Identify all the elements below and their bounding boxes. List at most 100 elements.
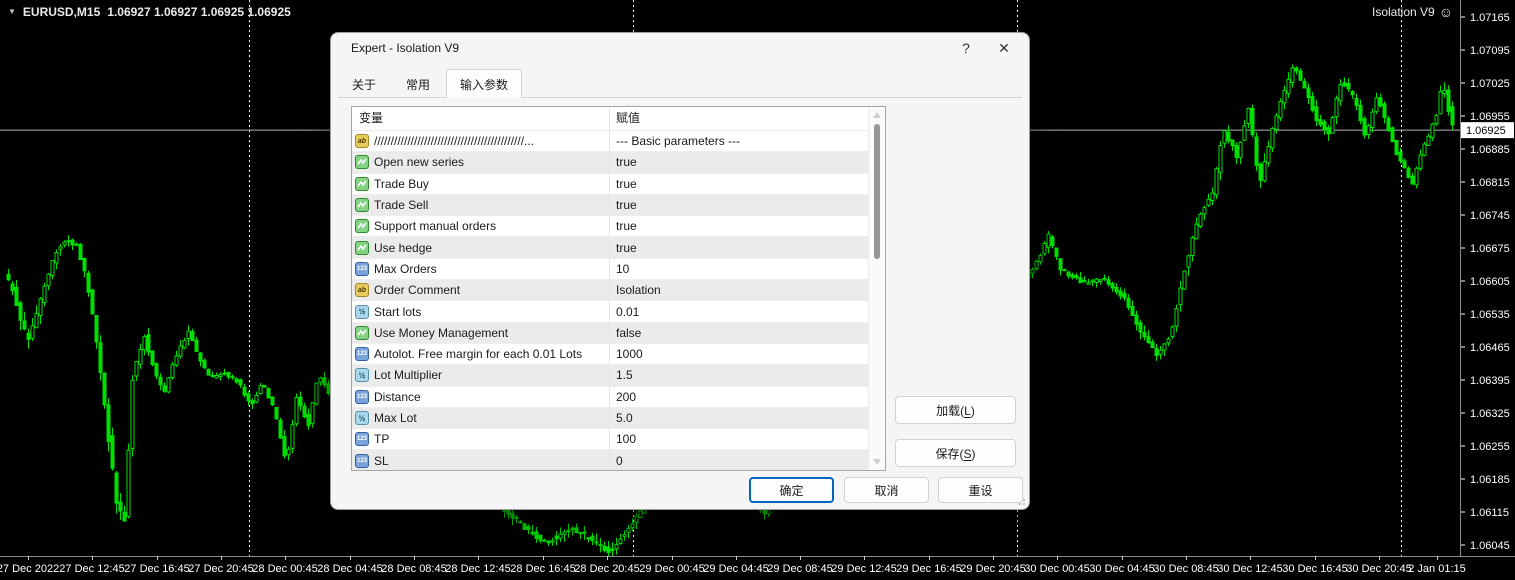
help-button[interactable]: ? bbox=[951, 35, 981, 61]
parameter-value-cell[interactable]: true bbox=[609, 152, 885, 173]
time-tick-label: 2 Jan 01:15 bbox=[1408, 563, 1466, 575]
resize-grip[interactable] bbox=[1015, 495, 1025, 505]
parameter-value-cell[interactable]: true bbox=[609, 173, 885, 194]
double-param-icon: ½ bbox=[355, 368, 369, 383]
reset-button[interactable]: 重设 bbox=[938, 477, 1023, 503]
price-tick-label: 1.06675 bbox=[1470, 243, 1510, 255]
time-tick-label: 30 Dec 16:45 bbox=[1282, 563, 1347, 575]
parameter-row[interactable]: ½ Lot Multiplier 1.5 bbox=[352, 365, 885, 387]
parameter-row[interactable]: ab /////////////////////////////////////… bbox=[352, 131, 885, 153]
parameter-row[interactable]: Trade Buy true bbox=[352, 173, 885, 195]
cancel-button[interactable]: 取消 bbox=[844, 477, 929, 503]
parameter-value-cell[interactable]: --- Basic parameters --- bbox=[609, 131, 885, 152]
chart-symbol-overlay: ▼ EURUSD,M15 1.06927 1.06927 1.06925 1.0… bbox=[8, 5, 291, 19]
tab-inputs[interactable]: 输入参数 bbox=[446, 69, 523, 98]
current-price-label: 1.06925 bbox=[1466, 125, 1506, 137]
parameter-value-cell[interactable]: 1000 bbox=[609, 343, 885, 365]
parameter-row[interactable]: Use Money Management false bbox=[352, 322, 885, 344]
parameter-row[interactable]: Support manual orders true bbox=[352, 216, 885, 238]
dialog-tabs: 关于 常用 输入参数 bbox=[338, 69, 1022, 98]
parameter-row[interactable]: ab Order Comment Isolation bbox=[352, 280, 885, 302]
parameter-row[interactable]: ½ Start lots 0.01 bbox=[352, 301, 885, 323]
price-tick-label: 1.07025 bbox=[1470, 78, 1510, 90]
bool-param-icon bbox=[355, 325, 369, 340]
double-param-icon: ½ bbox=[355, 411, 369, 425]
mt4-terminal-chart-window: 1.07165 1.07095 1.07025 1.06955 1.06885 1.068… bbox=[0, 0, 1515, 580]
parameter-value-cell[interactable]: 100 bbox=[609, 429, 885, 450]
parameter-value-cell[interactable]: Isolation bbox=[609, 280, 885, 301]
time-tick-label: 28 Dec 16:45 bbox=[510, 563, 575, 575]
close-button[interactable]: ✕ bbox=[989, 35, 1019, 61]
parameter-row[interactable]: 123 Autolot. Free margin for each 0.01 L… bbox=[352, 343, 885, 366]
symbol-dropdown-arrow[interactable]: ▼ bbox=[8, 8, 16, 16]
bool-param-icon bbox=[355, 198, 369, 213]
chart-symbol-label: EURUSD,M15 bbox=[22, 5, 101, 19]
price-tick-label: 1.06395 bbox=[1470, 375, 1510, 387]
string-param-icon: ab bbox=[355, 134, 369, 149]
time-tick-label: 29 Dec 04:45 bbox=[703, 563, 768, 575]
time-tick-label: 27 Dec 12:45 bbox=[59, 563, 124, 575]
parameter-row[interactable]: 123 TP 100 bbox=[352, 429, 885, 451]
table-scrollbar[interactable] bbox=[868, 107, 885, 470]
int-param-icon: 123 bbox=[355, 432, 369, 447]
ok-button[interactable]: 确定 bbox=[749, 477, 834, 503]
int-param-icon: 123 bbox=[355, 347, 369, 362]
parameter-value-cell[interactable]: 0 bbox=[609, 450, 885, 470]
parameter-value-cell[interactable]: true bbox=[609, 216, 885, 237]
ea-overlay: Isolation V9 ☺ bbox=[1372, 5, 1453, 19]
scrollbar-up-arrow-icon[interactable] bbox=[873, 112, 881, 118]
scrollbar-down-arrow-icon[interactable] bbox=[873, 459, 881, 465]
load-button[interactable]: 加载(L) bbox=[895, 396, 1016, 424]
parameter-row[interactable]: 123 Distance 200 bbox=[352, 386, 885, 408]
parameter-row[interactable]: ½ Max Lot 5.0 bbox=[352, 407, 885, 430]
price-tick-label: 1.06185 bbox=[1470, 474, 1510, 486]
scrollbar-thumb[interactable] bbox=[874, 124, 880, 259]
dialog-title: Expert - Isolation V9 bbox=[351, 41, 460, 55]
ea-smiley-icon[interactable]: ☺ bbox=[1439, 5, 1453, 19]
time-tick-label: 27 Dec 16:45 bbox=[124, 563, 189, 575]
parameter-value-cell[interactable]: false bbox=[609, 322, 885, 343]
time-tick-label: 28 Dec 12:45 bbox=[445, 563, 510, 575]
parameter-value-cell[interactable]: 0.01 bbox=[609, 301, 885, 322]
double-param-icon: ½ bbox=[355, 304, 369, 319]
time-tick-label: 27 Dec 2022 bbox=[0, 563, 59, 575]
parameter-value-cell[interactable]: 10 bbox=[609, 258, 885, 280]
parameter-value-cell[interactable]: true bbox=[609, 237, 885, 258]
price-tick-label: 1.06325 bbox=[1470, 408, 1510, 420]
parameter-value-cell[interactable]: true bbox=[609, 194, 885, 216]
parameter-row[interactable]: Use hedge true bbox=[352, 237, 885, 259]
save-button[interactable]: 保存(S) bbox=[895, 439, 1016, 467]
chart-ohlc-values: 1.06927 1.06927 1.06925 1.06925 bbox=[107, 5, 291, 19]
time-tick-label: 28 Dec 04:45 bbox=[317, 563, 382, 575]
parameter-row[interactable]: Open new series true bbox=[352, 152, 885, 174]
parameter-row[interactable]: 123 SL 0 bbox=[352, 450, 885, 470]
time-tick-label: 29 Dec 12:45 bbox=[831, 563, 896, 575]
price-tick-label: 1.06745 bbox=[1470, 210, 1510, 222]
parameter-row[interactable]: 123 Max Orders 10 bbox=[352, 258, 885, 281]
price-tick-label: 1.06465 bbox=[1470, 342, 1510, 354]
time-tick-label: 30 Dec 04:45 bbox=[1089, 563, 1154, 575]
price-tick-label: 1.07165 bbox=[1470, 12, 1510, 24]
time-tick-label: 29 Dec 00:45 bbox=[639, 563, 704, 575]
price-tick-label: 1.06605 bbox=[1470, 276, 1510, 288]
time-tick-label: 30 Dec 00:45 bbox=[1024, 563, 1089, 575]
tab-common[interactable]: 常用 bbox=[392, 71, 444, 97]
parameter-value-cell[interactable]: 200 bbox=[609, 386, 885, 407]
time-tick-label: 29 Dec 16:45 bbox=[896, 563, 961, 575]
parameter-value-cell[interactable]: 1.5 bbox=[609, 365, 885, 386]
time-tick-label: 28 Dec 00:45 bbox=[252, 563, 317, 575]
column-header-value: 赋值 bbox=[609, 107, 885, 130]
tab-about[interactable]: 关于 bbox=[338, 71, 390, 97]
time-tick-label: 29 Dec 08:45 bbox=[767, 563, 832, 575]
price-tick-label: 1.06535 bbox=[1470, 309, 1510, 321]
parameters-table: 变量 赋值 ab ///////////////////////////////… bbox=[351, 106, 886, 471]
price-tick-label: 1.06255 bbox=[1470, 441, 1510, 453]
int-param-icon: 123 bbox=[355, 453, 369, 468]
time-tick-label: 30 Dec 08:45 bbox=[1153, 563, 1218, 575]
parameter-value-cell[interactable]: 5.0 bbox=[609, 407, 885, 429]
time-tick-label: 30 Dec 12:45 bbox=[1217, 563, 1282, 575]
price-tick-label: 1.06815 bbox=[1470, 177, 1510, 189]
column-header-variable: 变量 bbox=[359, 111, 384, 125]
parameter-row[interactable]: Trade Sell true bbox=[352, 194, 885, 217]
dialog-titlebar[interactable]: Expert - Isolation V9 ? ✕ bbox=[331, 33, 1029, 63]
